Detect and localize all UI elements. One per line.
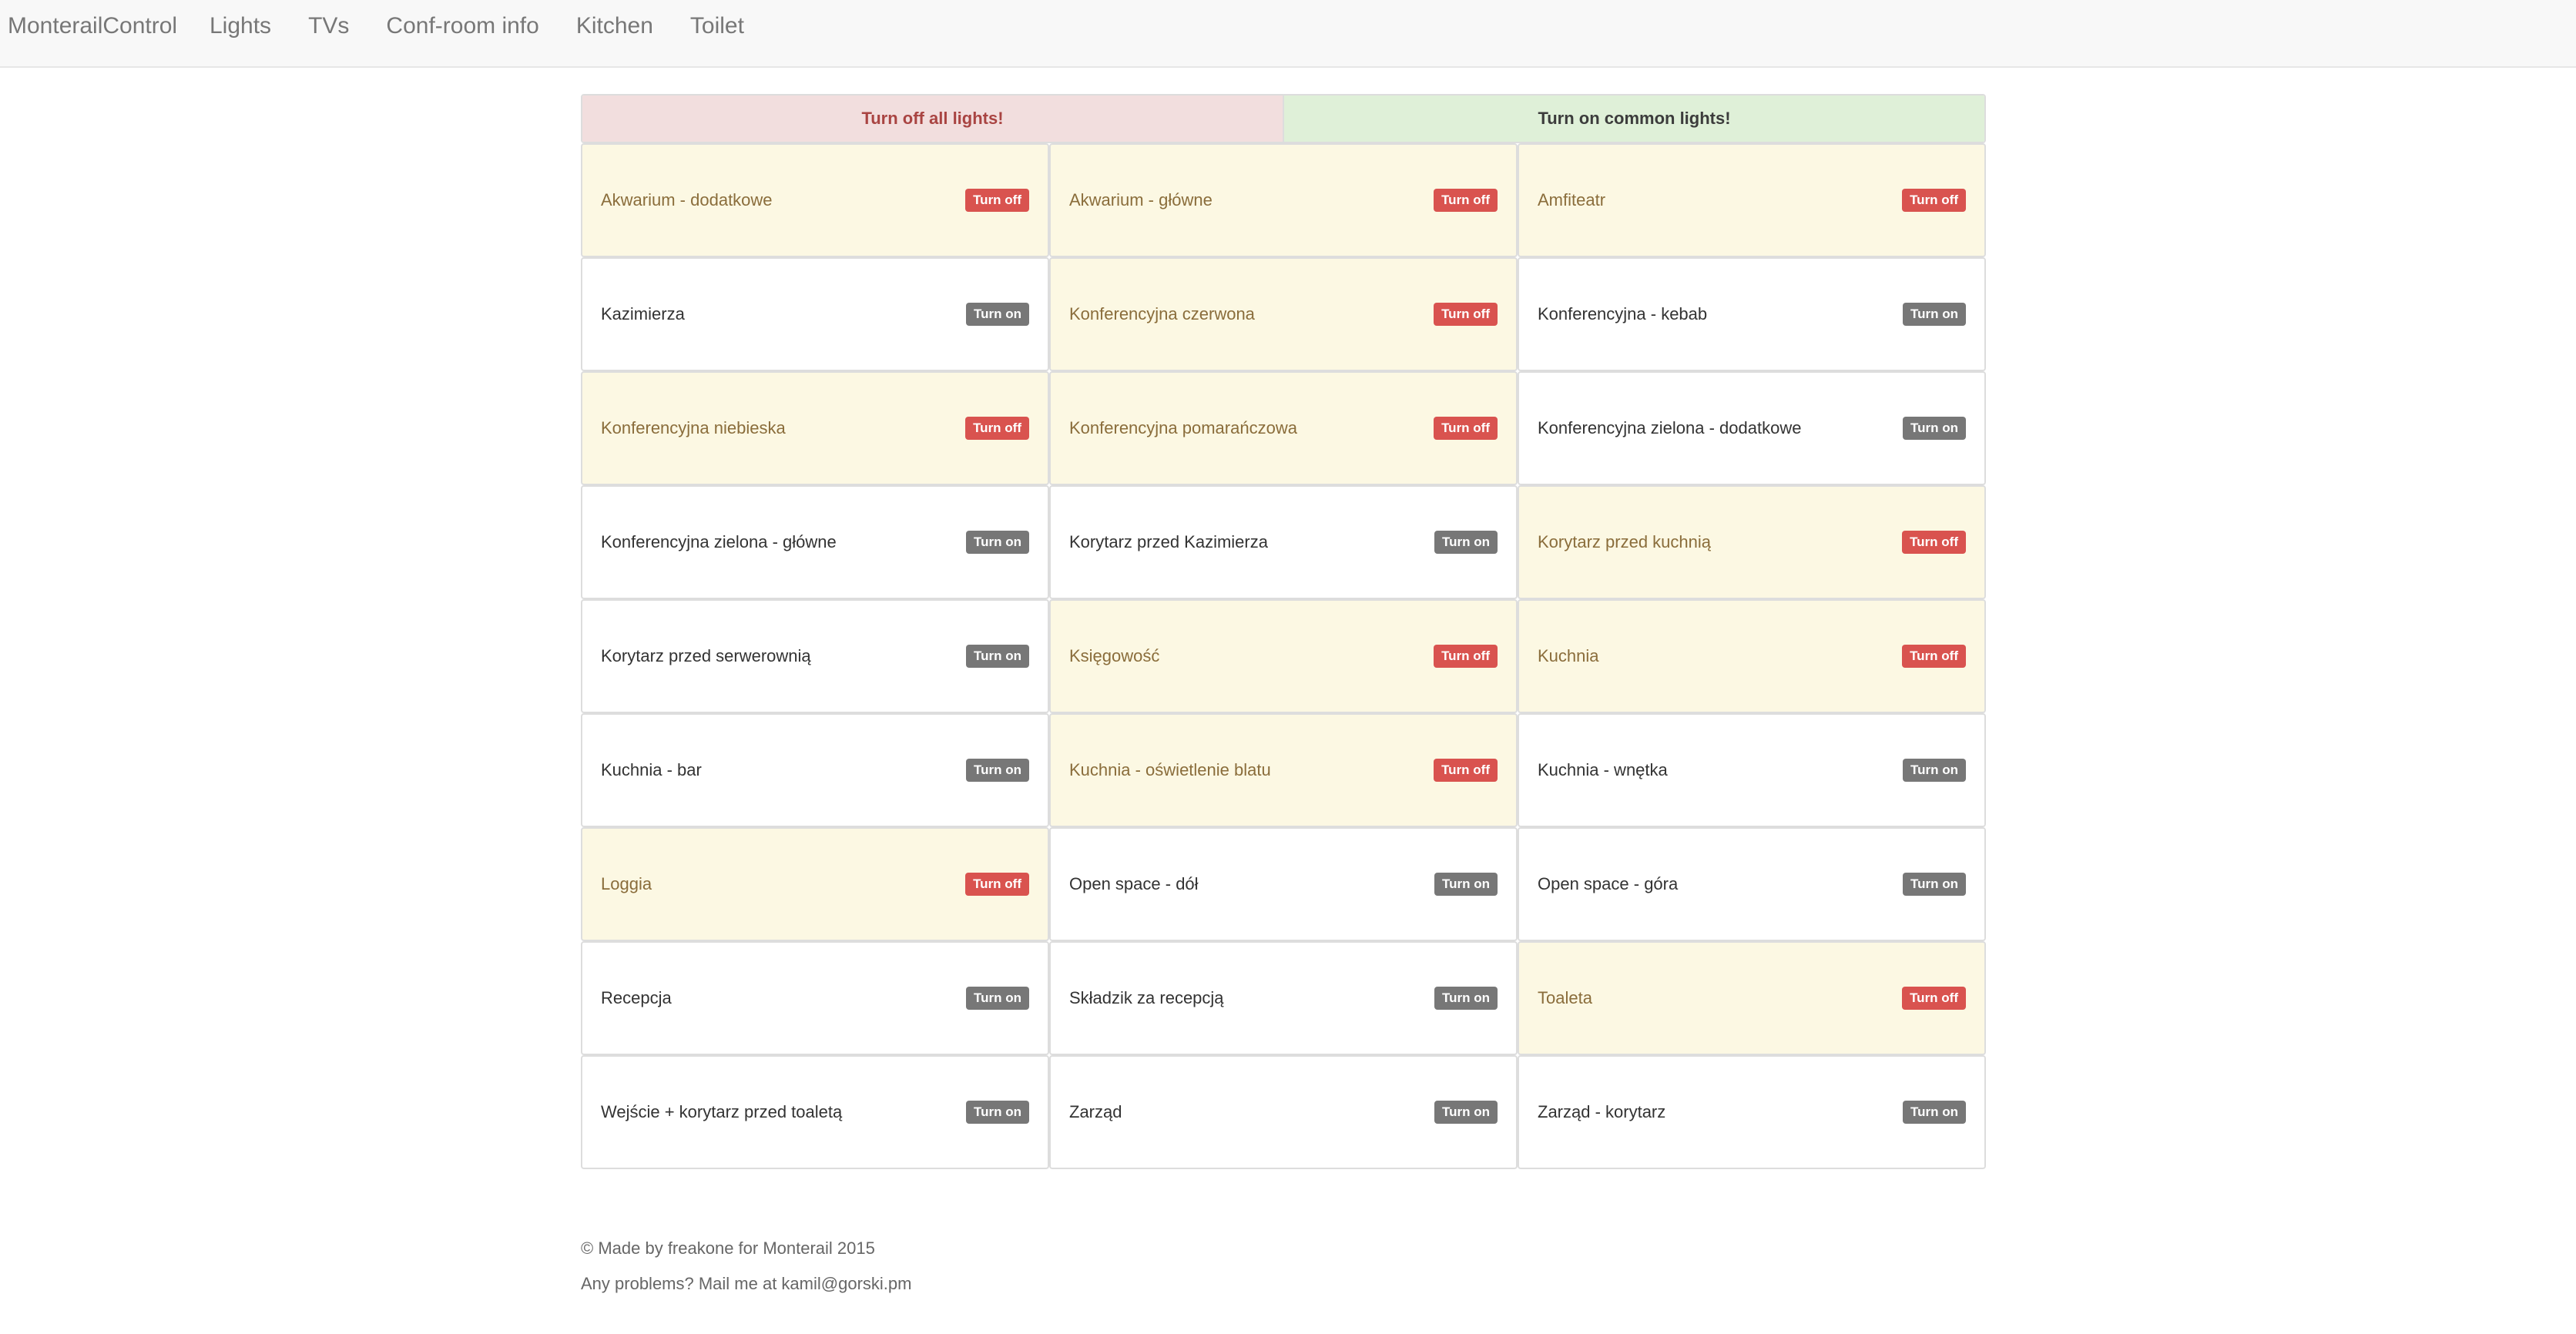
light-tile: Konferencyjna - kebab Turn on [1518, 257, 1986, 371]
light-name: Kuchnia - bar [601, 760, 702, 779]
light-tile: Open space - dół Turn on [1049, 827, 1518, 941]
light-tile: Wejście + korytarz przed toaletą Turn on [581, 1055, 1049, 1169]
turn-on-button[interactable]: Turn on [1434, 987, 1498, 1010]
turn-on-button[interactable]: Turn on [1903, 873, 1966, 896]
turn-off-button[interactable]: Turn off [965, 417, 1029, 440]
brand-link[interactable]: MonterailControl [8, 11, 177, 42]
turn-on-button[interactable]: Turn on [1434, 531, 1498, 554]
light-tile: Kuchnia - bar Turn on [581, 713, 1049, 827]
lights-grid: Akwarium - dodatkowe Turn off Akwarium - g… [581, 143, 1986, 1169]
light-name: Konferencyjna zielona - dodatkowe [1538, 418, 1802, 437]
light-name: Kuchnia - wnętka [1538, 760, 1668, 779]
nav-links: Lights TVs Conf-room info Kitchen Toilet [210, 11, 781, 42]
turn-on-button[interactable]: Turn on [1903, 1101, 1966, 1124]
light-name: Korytarz przed kuchnią [1538, 532, 1711, 551]
light-name: Zarząd [1069, 1102, 1122, 1121]
turn-on-button[interactable]: Turn on [1434, 1101, 1498, 1124]
light-tile: Akwarium - dodatkowe Turn off [581, 143, 1049, 257]
turn-off-button[interactable]: Turn off [1434, 189, 1498, 212]
turn-on-button[interactable]: Turn on [1434, 873, 1498, 896]
turn-on-button[interactable]: Turn on [966, 759, 1029, 782]
light-tile: Loggia Turn off [581, 827, 1049, 941]
turn-off-button[interactable]: Turn off [1434, 645, 1498, 668]
light-tile: Księgowość Turn off [1049, 599, 1518, 713]
turn-on-button[interactable]: Turn on [1903, 417, 1966, 440]
light-tile: Konferencyjna pomarańczowa Turn off [1049, 371, 1518, 485]
light-tile: Korytarz przed kuchnią Turn off [1518, 485, 1986, 599]
light-name: Konferencyjna pomarańczowa [1069, 418, 1297, 437]
nav-link-toilet[interactable]: Toilet [690, 11, 744, 42]
nav-link-tvs[interactable]: TVs [308, 11, 349, 42]
light-tile: Korytarz przed serwerownią Turn on [581, 599, 1049, 713]
turn-off-button[interactable]: Turn off [965, 873, 1029, 896]
light-name: Konferencyjna - kebab [1538, 304, 1708, 323]
light-name: Open space - góra [1538, 874, 1679, 893]
light-name: Konferencyjna czerwona [1069, 304, 1255, 323]
footer-credit: © Made by freakone for Monterail 2015 [581, 1238, 875, 1258]
nav-link-kitchen[interactable]: Kitchen [576, 11, 653, 42]
turn-off-all-lights-button[interactable]: Turn off all lights! [582, 96, 1284, 142]
main-container: Turn off all lights! Turn on common ligh… [581, 94, 1986, 1169]
bulk-actions: Turn off all lights! Turn on common ligh… [581, 94, 1986, 143]
turn-off-button[interactable]: Turn off [1902, 987, 1966, 1010]
light-name: Toaleta [1538, 988, 1592, 1007]
light-tile: Kuchnia - oświetlenie blatu Turn off [1049, 713, 1518, 827]
light-name: Kuchnia - oświetlenie blatu [1069, 760, 1271, 779]
light-name: Kuchnia [1538, 646, 1599, 665]
light-tile: Zarząd - korytarz Turn on [1518, 1055, 1986, 1169]
light-tile: Konferencyjna zielona - główne Turn on [581, 485, 1049, 599]
light-name: Korytarz przed serwerownią [601, 646, 811, 665]
light-name: Księgowość [1069, 646, 1160, 665]
light-tile: Konferencyjna czerwona Turn off [1049, 257, 1518, 371]
light-tile: Zarząd Turn on [1049, 1055, 1518, 1169]
turn-off-button[interactable]: Turn off [1434, 303, 1498, 326]
light-tile: Amfiteatr Turn off [1518, 143, 1986, 257]
turn-on-common-lights-button[interactable]: Turn on common lights! [1284, 96, 1984, 142]
turn-off-button[interactable]: Turn off [1902, 531, 1966, 554]
turn-on-button[interactable]: Turn on [966, 303, 1029, 326]
turn-off-button[interactable]: Turn off [1434, 759, 1498, 782]
turn-on-button[interactable]: Turn on [966, 987, 1029, 1010]
light-tile: Konferencyjna zielona - dodatkowe Turn on [1518, 371, 1986, 485]
turn-off-button[interactable]: Turn off [1434, 417, 1498, 440]
light-tile: Open space - góra Turn on [1518, 827, 1986, 941]
light-tile: Kuchnia - wnętka Turn on [1518, 713, 1986, 827]
light-name: Recepcja [601, 988, 672, 1007]
light-name: Loggia [601, 874, 652, 893]
light-tile: Składzik za recepcją Turn on [1049, 941, 1518, 1055]
turn-on-button[interactable]: Turn on [1903, 759, 1966, 782]
light-name: Akwarium - dodatkowe [601, 190, 773, 209]
light-name: Kazimierza [601, 304, 685, 323]
light-name: Korytarz przed Kazimierza [1069, 532, 1268, 551]
footer-contact: Any problems? Mail me at kamil@gorski.pm [581, 1274, 912, 1293]
top-navbar: MonterailControl Lights TVs Conf-room in… [0, 0, 2576, 68]
light-name: Wejście + korytarz przed toaletą [601, 1102, 843, 1121]
light-name: Open space - dół [1069, 874, 1199, 893]
light-tile: Kazimierza Turn on [581, 257, 1049, 371]
turn-off-button[interactable]: Turn off [1902, 189, 1966, 212]
light-name: Konferencyjna niebieska [601, 418, 786, 437]
footer: © Made by freakone for Monterail 2015 An… [581, 1238, 911, 1309]
nav-link-lights[interactable]: Lights [210, 11, 271, 42]
light-tile: Korytarz przed Kazimierza Turn on [1049, 485, 1518, 599]
turn-on-button[interactable]: Turn on [966, 531, 1029, 554]
nav-link-conf-room-info[interactable]: Conf-room info [386, 11, 538, 42]
light-tile: Recepcja Turn on [581, 941, 1049, 1055]
light-name: Konferencyjna zielona - główne [601, 532, 837, 551]
turn-on-button[interactable]: Turn on [1903, 303, 1966, 326]
turn-on-button[interactable]: Turn on [966, 1101, 1029, 1124]
light-tile: Akwarium - główne Turn off [1049, 143, 1518, 257]
light-tile: Toaleta Turn off [1518, 941, 1986, 1055]
turn-off-button[interactable]: Turn off [965, 189, 1029, 212]
light-name: Zarząd - korytarz [1538, 1102, 1666, 1121]
light-name: Amfiteatr [1538, 190, 1606, 209]
light-name: Akwarium - główne [1069, 190, 1213, 209]
turn-off-button[interactable]: Turn off [1902, 645, 1966, 668]
light-name: Składzik za recepcją [1069, 988, 1224, 1007]
light-tile: Kuchnia Turn off [1518, 599, 1986, 713]
light-tile: Konferencyjna niebieska Turn off [581, 371, 1049, 485]
turn-on-button[interactable]: Turn on [966, 645, 1029, 668]
